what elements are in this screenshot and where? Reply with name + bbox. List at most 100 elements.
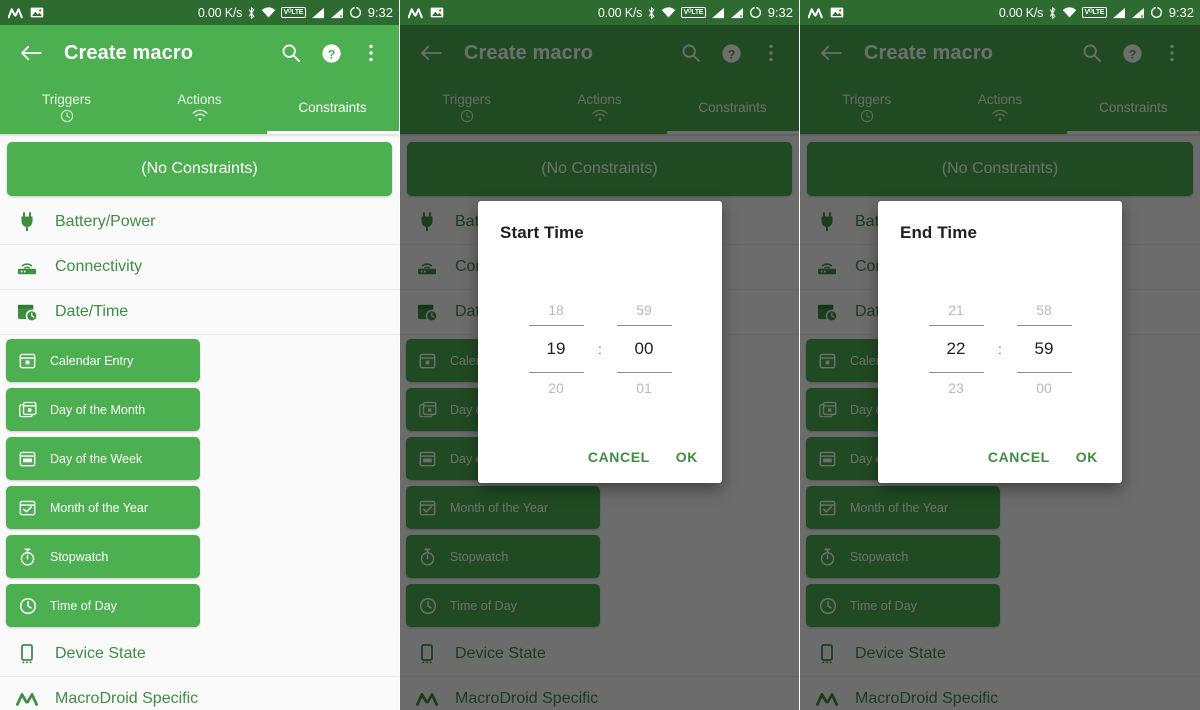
- start-time-dialog: Start Time 18 19 20 : 59 00 01 CANCEL OK: [478, 201, 722, 483]
- search-icon[interactable]: [277, 39, 305, 67]
- hour-picker[interactable]: 21 22 23: [920, 295, 992, 404]
- category-label: Connectivity: [55, 258, 143, 275]
- alarm-icon: [1150, 6, 1163, 19]
- minute-selected-value[interactable]: 00: [635, 326, 654, 372]
- category-row-macrodroid-specific[interactable]: MacroDroid Specific: [0, 677, 399, 710]
- dialog-title: Start Time: [500, 223, 584, 242]
- tab-actions[interactable]: Actions: [133, 81, 266, 134]
- power-plug-icon: [16, 212, 38, 232]
- panel-start-time-dialog: 0.00 K/s VᴼLTE R 9:32 Start Time 18 19 2…: [400, 0, 800, 710]
- hour-selected-value[interactable]: 19: [547, 326, 566, 372]
- help-icon[interactable]: ?: [317, 39, 345, 67]
- panel-end-time-dialog: 0.00 K/s VᴼLTE R 9:32 End Time 21 22 23 …: [800, 0, 1200, 710]
- time-picker: 18 19 20 : 59 00 01: [500, 243, 700, 449]
- status-bar-notification-icons: [807, 6, 844, 19]
- no-constraints-banner[interactable]: (No Constraints): [7, 142, 392, 196]
- minute-picker[interactable]: 59 00 01: [608, 295, 680, 404]
- hour-picker[interactable]: 18 19 20: [520, 295, 592, 404]
- tab-actions-label: Actions: [177, 91, 222, 107]
- cancel-button[interactable]: CANCEL: [988, 449, 1050, 465]
- category-label: Battery/Power: [55, 213, 156, 230]
- macrodroid-icon: [7, 7, 23, 19]
- chip-day-of-the-month[interactable]: Day of the Month: [6, 388, 200, 431]
- chip-label: Month of the Year: [50, 500, 148, 515]
- cancel-button[interactable]: CANCEL: [588, 449, 650, 465]
- chip-day-of-the-week[interactable]: Day of the Week: [6, 437, 200, 480]
- svg-text:R: R: [339, 14, 342, 19]
- category-row-battery-power[interactable]: Battery/Power: [0, 200, 399, 245]
- page-title: Create macro: [64, 41, 194, 64]
- ok-button[interactable]: OK: [676, 449, 698, 465]
- clock-icon: [18, 597, 37, 615]
- tab-bar: Triggers Actions Constraints: [0, 81, 399, 134]
- screenshot-triptych: 0.00 K/s VᴼLTE R 9:32 Create macro ? Tri…: [0, 0, 1200, 710]
- chip-label: Stopwatch: [50, 549, 109, 564]
- dialog-actions: CANCEL OK: [900, 449, 1100, 483]
- app-bar-actions: ?: [277, 39, 391, 67]
- tab-triggers-label: Triggers: [41, 91, 91, 107]
- clock-label: 9:32: [1168, 5, 1194, 20]
- volte-icon: VᴼLTE: [681, 7, 706, 18]
- calendar-day-icon: [18, 450, 37, 467]
- gallery-icon: [30, 6, 44, 19]
- alarm-icon: [349, 6, 362, 19]
- chip-calendar-entry[interactable]: Calendar Entry: [6, 339, 200, 382]
- hour-previous-value[interactable]: 21: [948, 295, 964, 325]
- minute-next-value[interactable]: 01: [636, 373, 652, 403]
- panel-constraints-list: 0.00 K/s VᴼLTE R 9:32 Create macro ? Tri…: [0, 0, 400, 710]
- time-separator: :: [998, 341, 1002, 357]
- wifi-icon: [261, 6, 276, 19]
- category-row-device-state[interactable]: Device State: [0, 632, 399, 677]
- calendar-entry-icon: [18, 352, 37, 369]
- back-arrow-icon[interactable]: [14, 36, 48, 70]
- minute-previous-value[interactable]: 59: [636, 295, 652, 325]
- time-picker: 21 22 23 : 58 59 00: [900, 243, 1100, 449]
- chip-label: Time of Day: [50, 598, 117, 613]
- tab-active-indicator: [266, 131, 399, 134]
- tab-triggers[interactable]: Triggers: [0, 81, 133, 134]
- router-icon: [16, 258, 38, 276]
- category-row-connectivity[interactable]: Connectivity: [0, 245, 399, 290]
- wifi-icon: [191, 109, 208, 124]
- minute-next-value[interactable]: 00: [1036, 373, 1052, 403]
- app-bar-top: Create macro ?: [0, 25, 399, 81]
- macrodroid-icon: [16, 691, 38, 707]
- minute-selected-value[interactable]: 59: [1035, 326, 1054, 372]
- chip-label: Day of the Week: [50, 451, 143, 466]
- hour-previous-value[interactable]: 18: [548, 295, 564, 325]
- signal-sim1-icon: [711, 7, 725, 19]
- stopwatch-icon: [18, 548, 37, 566]
- calendar-check-icon: [18, 499, 37, 516]
- svg-text:R: R: [739, 14, 742, 19]
- chip-label: Day of the Month: [50, 402, 146, 417]
- chip-stopwatch[interactable]: Stopwatch: [6, 535, 200, 578]
- ok-button[interactable]: OK: [1076, 449, 1098, 465]
- category-label: MacroDroid Specific: [55, 690, 199, 707]
- end-time-dialog: End Time 21 22 23 : 58 59 00 CANCEL OK: [878, 201, 1122, 483]
- category-row-date-time[interactable]: Date/Time: [0, 290, 399, 335]
- gallery-icon: [430, 6, 444, 19]
- status-bar-notification-icons: [407, 6, 444, 19]
- bluetooth-icon: [647, 6, 656, 20]
- category-label: Device State: [55, 645, 146, 662]
- status-bar-system-icons: 0.00 K/s VᴼLTE R 9:32: [198, 5, 393, 20]
- wifi-icon: [661, 6, 676, 19]
- hour-selected-value[interactable]: 22: [947, 326, 966, 372]
- status-bar: 0.00 K/s VᴼLTE R 9:32: [0, 0, 399, 25]
- status-bar-system-icons: 0.00 K/s VᴼLTE R 9:32: [999, 5, 1194, 20]
- hour-next-value[interactable]: 20: [548, 373, 564, 403]
- constraints-content: (No Constraints) Battery/Power Connectiv…: [0, 142, 399, 710]
- chip-month-of-the-year[interactable]: Month of the Year: [6, 486, 200, 529]
- signal-sim1-icon: [311, 7, 325, 19]
- minute-previous-value[interactable]: 58: [1036, 295, 1052, 325]
- volte-icon: VᴼLTE: [1082, 7, 1107, 18]
- overflow-menu-icon[interactable]: [357, 39, 385, 67]
- minute-picker[interactable]: 58 59 00: [1008, 295, 1080, 404]
- hour-next-value[interactable]: 23: [948, 373, 964, 403]
- svg-text:?: ?: [327, 47, 335, 61]
- tab-constraints[interactable]: Constraints: [266, 81, 399, 134]
- clock-icon: [60, 109, 74, 124]
- time-separator: :: [598, 341, 602, 357]
- app-bar: Create macro ? Triggers: [0, 25, 399, 134]
- chip-time-of-day[interactable]: Time of Day: [6, 584, 200, 627]
